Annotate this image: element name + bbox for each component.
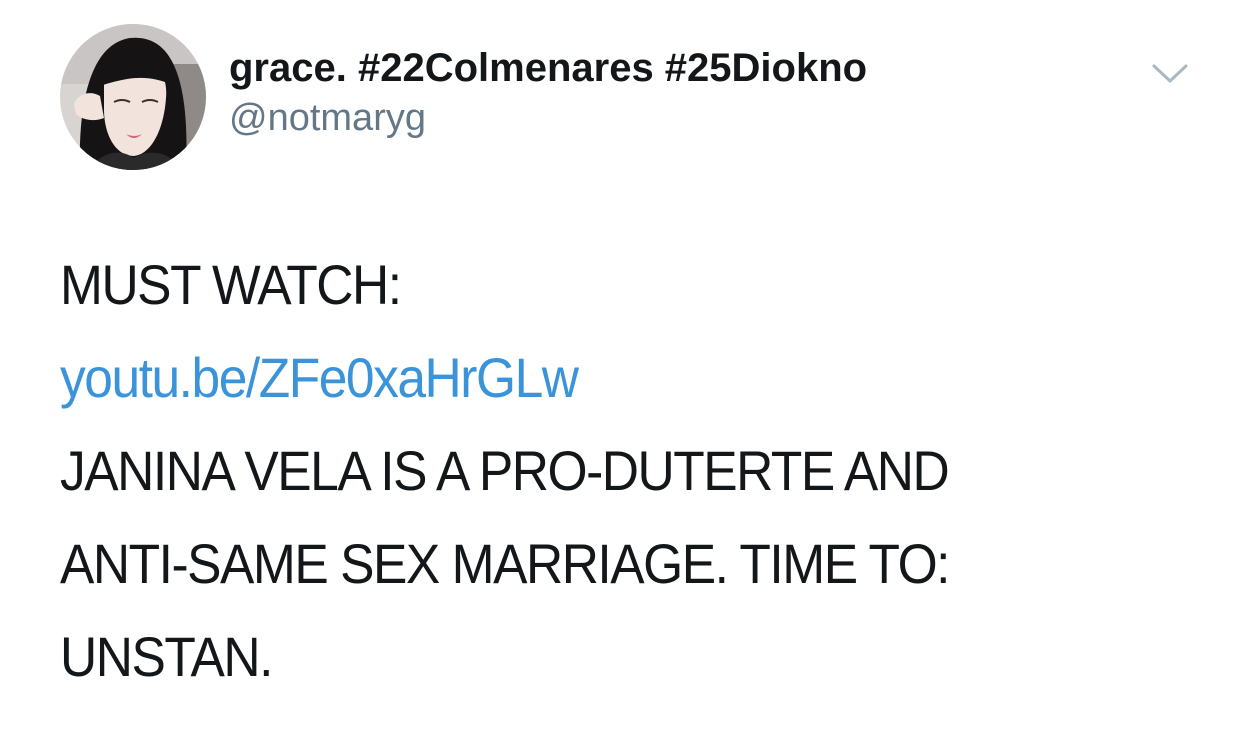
author-display-name[interactable]: grace. #22Colmenares #25Diokno — [229, 44, 867, 92]
tweet-text: MUST WATCH: youtu.be/ZFe0xaHrGLw JANINA … — [60, 238, 1118, 703]
chevron-down-icon — [1152, 64, 1188, 83]
avatar-photo-icon — [60, 24, 206, 170]
tweet-line: UNSTAN. — [60, 625, 273, 688]
author-handle[interactable]: @notmaryg — [229, 95, 426, 141]
tweet-heading: MUST WATCH: — [60, 253, 402, 316]
author-avatar[interactable] — [60, 24, 206, 170]
tweet-link[interactable]: youtu.be/ZFe0xaHrGLw — [60, 331, 1118, 424]
tweet-card: grace. #22Colmenares #25Diokno @notmaryg… — [0, 0, 1242, 750]
tweet-line: ANTI-SAME SEX MARRIAGE. TIME TO: — [60, 532, 950, 595]
tweet-menu-button[interactable] — [1148, 56, 1192, 92]
tweet-line: JANINA VELA IS A PRO-DUTERTE AND — [60, 439, 950, 502]
